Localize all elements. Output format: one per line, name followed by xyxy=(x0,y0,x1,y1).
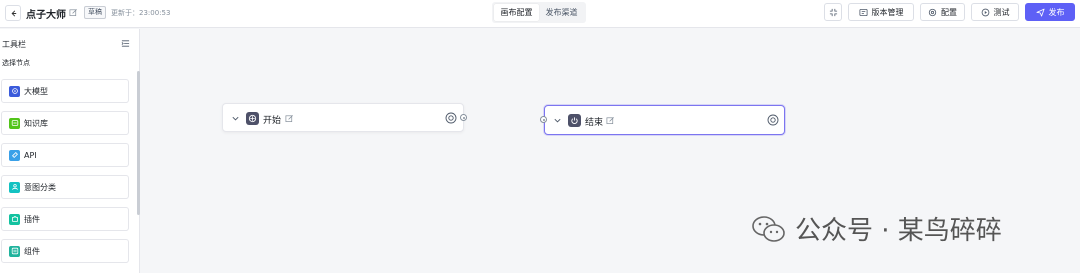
fit-view-icon xyxy=(829,8,837,16)
input-handle[interactable] xyxy=(540,116,547,123)
publish-label: 发布 xyxy=(1048,7,1065,17)
sidebar-item-label: 插件 xyxy=(24,214,40,224)
watermark-text: 公众号 · 某鸟碎碎 xyxy=(795,216,1002,246)
version-management-label: 版本管理 xyxy=(871,7,904,17)
sidebar-item-label: 大模型 xyxy=(24,86,48,96)
sidebar-item-intent[interactable]: 意图分类 xyxy=(1,175,129,199)
sidebar-scrollbar[interactable] xyxy=(137,71,140,215)
sidebar-item-knowledge[interactable]: 知识库 xyxy=(1,111,129,135)
sidebar-item-llm[interactable]: 大模型 xyxy=(1,79,129,103)
edit-node-icon[interactable] xyxy=(606,116,615,125)
output-handle[interactable] xyxy=(460,114,467,121)
node-settings-icon[interactable] xyxy=(445,112,457,124)
config-label: 配置 xyxy=(941,7,957,17)
sidebar-item-label: 意图分类 xyxy=(24,182,56,192)
test-button[interactable]: 测试 xyxy=(971,3,1019,21)
sidebar-item-label: 知识库 xyxy=(24,118,48,128)
edit-node-icon[interactable] xyxy=(285,114,294,123)
tab-canvas-config[interactable]: 画布配置 xyxy=(494,4,539,21)
sidebar-item-component[interactable]: 组件 xyxy=(1,239,129,263)
send-icon xyxy=(1035,8,1045,17)
gear-icon xyxy=(928,8,937,16)
watermark: 公众号 · 某鸟碎碎 xyxy=(751,210,1002,247)
chevron-down-icon[interactable] xyxy=(553,116,562,125)
power-icon xyxy=(568,114,581,127)
node-title: 结束 xyxy=(585,118,604,128)
component-icon xyxy=(9,245,20,257)
top-bar: 点子大师 草稿 更新于：23:00:53 画布配置 发布渠道 版本管理 配置 测… xyxy=(0,0,1080,28)
publish-button[interactable]: 发布 xyxy=(1025,3,1075,21)
node-title: 开始 xyxy=(263,116,282,126)
workflow-canvas[interactable]: 开始 结束 公众号 · 某鸟碎碎 xyxy=(141,29,1080,273)
version-management-button[interactable]: 版本管理 xyxy=(848,3,914,21)
fit-view-button[interactable] xyxy=(824,3,842,21)
test-label: 测试 xyxy=(993,7,1010,17)
arrow-left-icon xyxy=(11,9,16,17)
back-button[interactable] xyxy=(5,5,21,21)
select-node-heading: 选择节点 xyxy=(2,59,30,67)
wechat-icon xyxy=(752,215,785,242)
intent-icon xyxy=(9,181,20,193)
flow-node-end[interactable]: 结束 xyxy=(540,105,785,135)
sidebar-item-label: API xyxy=(24,150,37,160)
collapse-panel-icon[interactable] xyxy=(121,39,130,48)
draft-badge: 草稿 xyxy=(84,6,106,19)
start-icon xyxy=(246,112,259,125)
config-button[interactable]: 配置 xyxy=(920,3,965,21)
knowledge-icon xyxy=(9,117,20,129)
sidebar-item-plugin[interactable]: 插件 xyxy=(1,207,129,231)
view-tabs: 画布配置 发布渠道 xyxy=(492,2,586,23)
chevron-down-icon[interactable] xyxy=(231,114,240,123)
node-settings-icon[interactable] xyxy=(767,114,779,126)
toolbar-title: 工具栏 xyxy=(2,40,26,49)
edit-title-icon[interactable] xyxy=(69,8,78,17)
flow-node-start[interactable]: 开始 xyxy=(222,103,467,132)
plugin-icon xyxy=(9,213,20,225)
tab-publish-channels[interactable]: 发布渠道 xyxy=(539,4,584,21)
api-icon xyxy=(9,149,20,161)
app-title: 点子大师 xyxy=(26,10,66,21)
sidebar-item-api[interactable]: API xyxy=(1,143,129,167)
model-icon xyxy=(9,85,20,97)
sidebar-item-label: 组件 xyxy=(24,246,40,256)
play-icon xyxy=(981,8,989,16)
toolbar-panel: 工具栏 选择节点 大模型 知识库 API 意图分类 插件 组件 xyxy=(0,29,140,273)
version-icon xyxy=(858,8,868,16)
updated-timestamp: 更新于：23:00:53 xyxy=(111,9,171,17)
